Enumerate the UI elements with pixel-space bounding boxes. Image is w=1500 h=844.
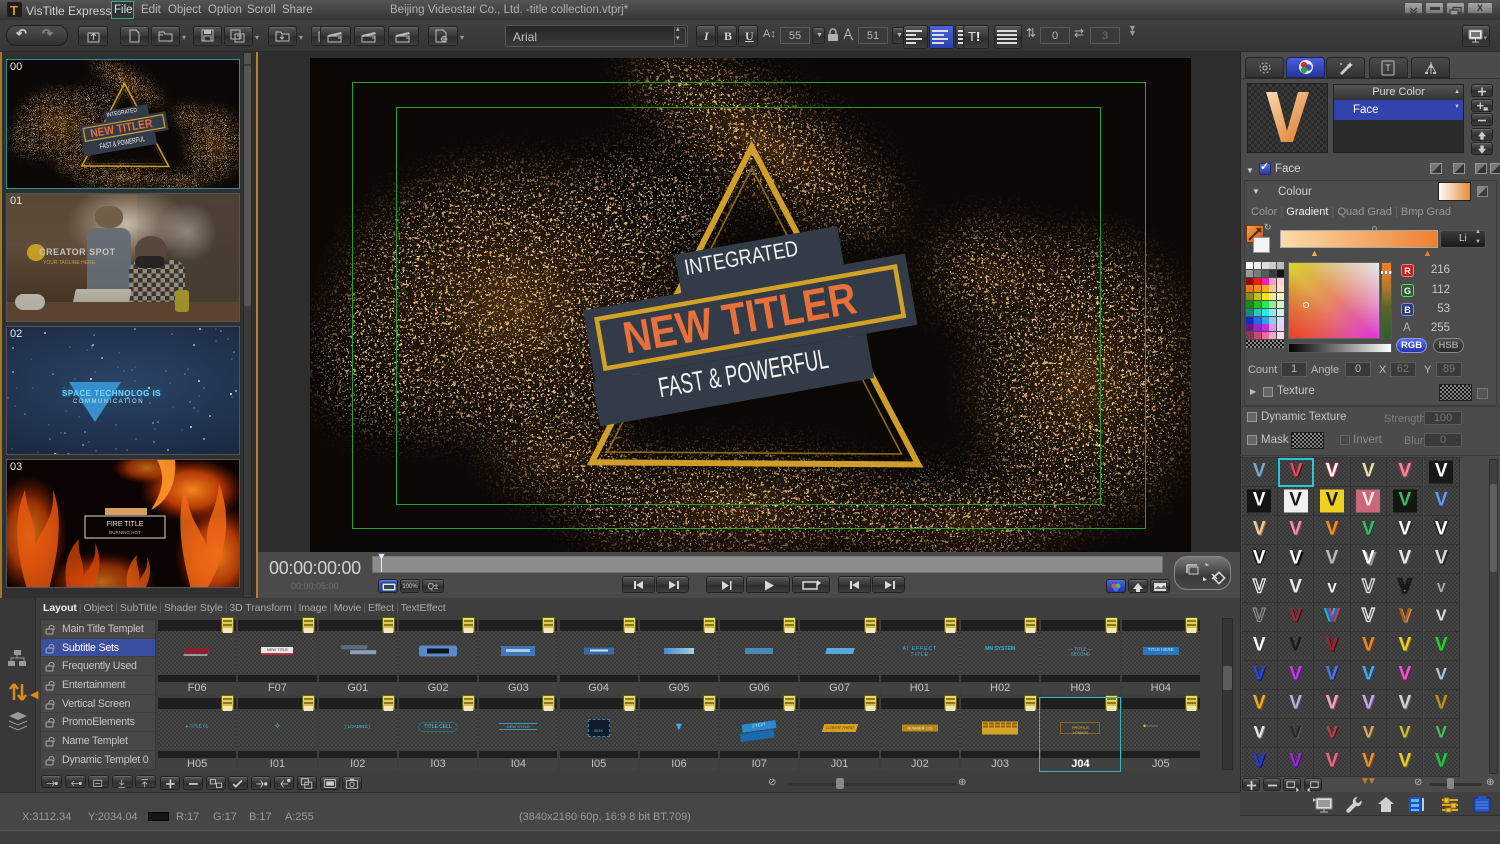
svg-text:BURNING HOT: BURNING HOT [109, 530, 141, 535]
svg-text:T: T [1385, 63, 1391, 73]
svg-text:FIRE TITLE: FIRE TITLE [107, 521, 144, 528]
